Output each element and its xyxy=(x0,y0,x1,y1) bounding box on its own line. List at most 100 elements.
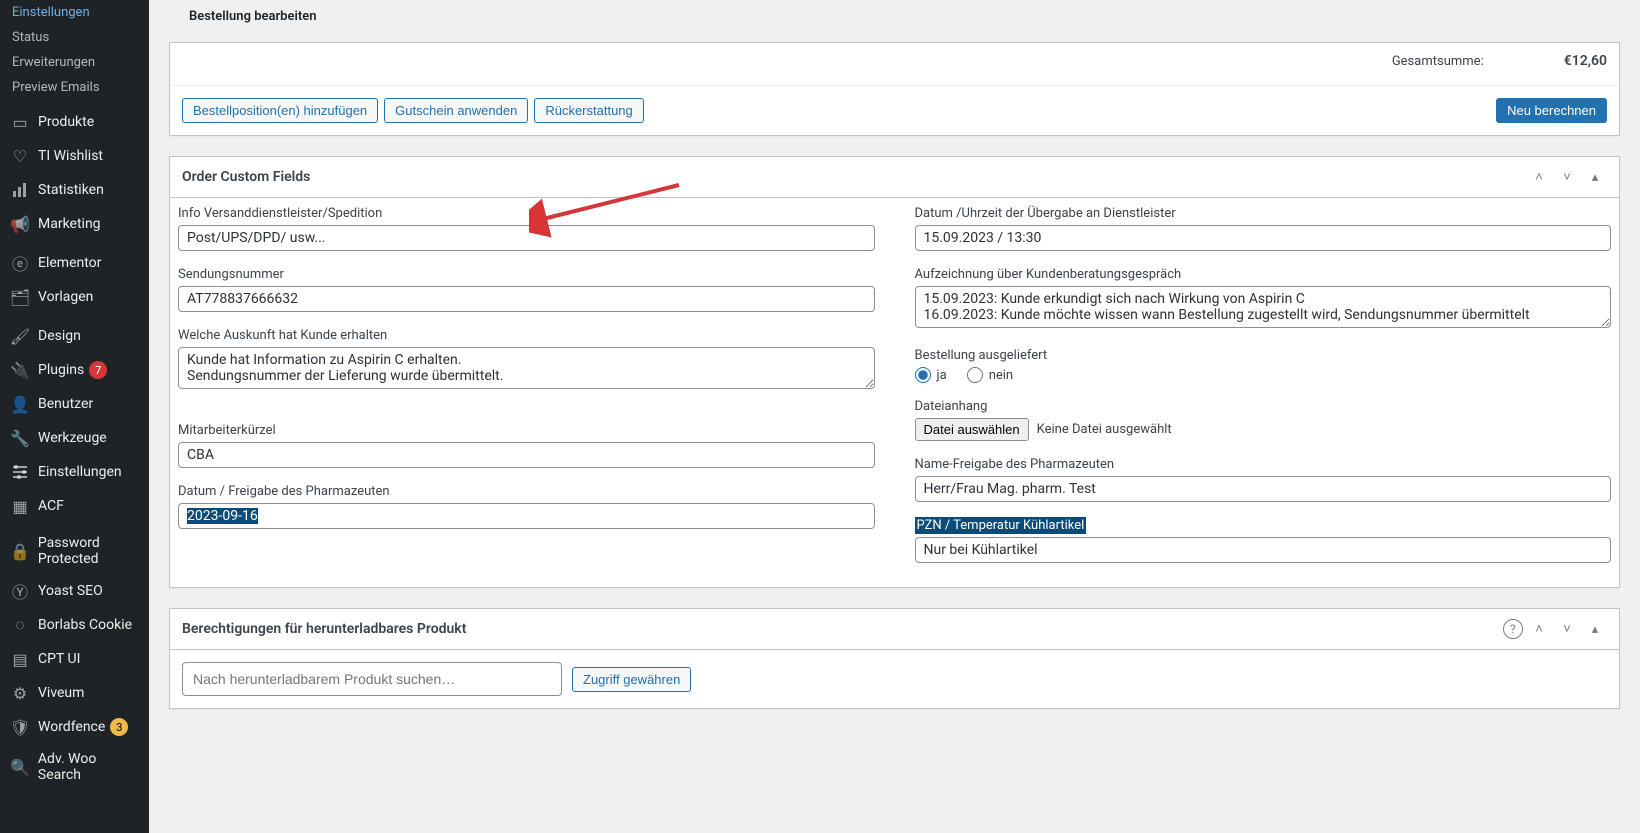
search-icon: 🔍 xyxy=(10,757,30,777)
panel-move-up-icon[interactable]: ˄ xyxy=(1527,617,1551,641)
sidebar-item-cptui[interactable]: ▤ CPT UI xyxy=(0,642,149,676)
sidebar-item-label: Marketing xyxy=(38,216,101,232)
sidebar-item-statistiken[interactable]: Statistiken xyxy=(0,173,149,207)
file-choose-button[interactable]: Datei auswählen xyxy=(915,418,1029,441)
user-icon: 👤 xyxy=(10,394,30,414)
sidebar-sub-status[interactable]: Status xyxy=(0,25,149,50)
wrench-icon: 🔧 xyxy=(10,428,30,448)
label-info-shipping: Info Versanddienstleister/Spedition xyxy=(178,206,875,221)
sidebar-item-adv-woo-search[interactable]: 🔍 Adv. Woo Search xyxy=(0,744,149,790)
page-title: Bestellung bearbeiten xyxy=(169,9,1620,24)
label-datum-pharma: Datum / Freigabe des Pharmazeuten xyxy=(178,484,875,499)
recalculate-button[interactable]: Neu berechnen xyxy=(1496,98,1607,123)
sidebar-item-label: Produkte xyxy=(38,114,94,130)
sidebar-item-einstellungen[interactable]: Einstellungen xyxy=(0,455,149,489)
sidebar-item-produkte[interactable]: ▭ Produkte xyxy=(0,105,149,139)
sidebar-item-borlabs[interactable]: ◌ Borlabs Cookie xyxy=(0,608,149,642)
radio-delivered-no-label[interactable]: nein xyxy=(967,367,1013,383)
sidebar-item-vorlagen[interactable]: 🗂 Vorlagen xyxy=(0,280,149,314)
sidebar-item-label: Einstellungen xyxy=(38,464,122,480)
sidebar-item-wishlist[interactable]: ♡ TI Wishlist xyxy=(0,139,149,173)
file-none-text: Keine Datei ausgewählt xyxy=(1037,422,1172,437)
input-datum-pharma[interactable]: 2023-09-16 xyxy=(178,503,875,529)
wordfence-badge: 3 xyxy=(110,718,128,736)
sidebar-sub-preview-emails[interactable]: Preview Emails xyxy=(0,75,149,100)
sidebar-item-label: TI Wishlist xyxy=(38,148,103,164)
sidebar-item-yoast[interactable]: Ⓨ Yoast SEO xyxy=(0,574,149,608)
input-tracking[interactable] xyxy=(178,286,875,312)
sidebar-item-label: Yoast SEO xyxy=(38,583,103,599)
label-pharma-name: Name-Freigabe des Pharmazeuten xyxy=(915,457,1612,472)
panel-toggle-icon[interactable]: ▴ xyxy=(1583,617,1607,641)
add-items-button[interactable]: Bestellposition(en) hinzufügen xyxy=(182,98,378,123)
sidebar-item-label: Adv. Woo Search xyxy=(38,751,139,783)
input-pharma-name[interactable] xyxy=(915,476,1612,502)
admin-sidebar: Einstellungen Status Erweiterungen Previ… xyxy=(0,0,149,833)
sidebar-item-viveum[interactable]: ⚙ Viveum xyxy=(0,676,149,710)
sidebar-item-label: Vorlagen xyxy=(38,289,93,305)
sidebar-item-label: Plugins xyxy=(38,362,84,378)
sidebar-item-plugins[interactable]: 🔌 Plugins 7 xyxy=(0,353,149,387)
sidebar-item-elementor[interactable]: ⓔ Elementor xyxy=(0,246,149,280)
sidebar-item-label: Wordfence xyxy=(38,719,105,735)
elementor-icon: ⓔ xyxy=(10,253,30,273)
radio-delivered-yes-label[interactable]: ja xyxy=(915,367,947,383)
sidebar-item-label: Benutzer xyxy=(38,396,93,412)
sidebar-sub-erweiterungen[interactable]: Erweiterungen xyxy=(0,50,149,75)
order-custom-fields-panel: Order Custom Fields ˄ ˅ ▴ Info Versanddi… xyxy=(169,156,1620,588)
sidebar-item-label: Borlabs Cookie xyxy=(38,617,132,633)
stats-icon xyxy=(10,180,30,200)
totals-label: Gesamtsumme: xyxy=(1392,54,1484,69)
order-items-panel: Gesamtsumme: €12,60 Bestellposition(en) … xyxy=(169,42,1620,136)
cpt-icon: ▤ xyxy=(10,649,30,669)
textarea-auskunft[interactable] xyxy=(178,347,875,389)
radio-delivered-yes[interactable] xyxy=(915,367,931,383)
templates-icon: 🗂 xyxy=(10,287,30,307)
input-handover[interactable] xyxy=(915,225,1612,251)
downloadable-permissions-panel: Berechtigungen für herunterladbares Prod… xyxy=(169,608,1620,709)
refund-button[interactable]: Rückerstattung xyxy=(534,98,643,123)
megaphone-icon: 📢 xyxy=(10,214,30,234)
sidebar-item-benutzer[interactable]: 👤 Benutzer xyxy=(0,387,149,421)
label-auskunft: Welche Auskunft hat Kunde erhalten xyxy=(178,328,875,343)
sidebar-sub-einstellungen[interactable]: Einstellungen xyxy=(0,0,149,25)
sidebar-item-acf[interactable]: ▦ ACF xyxy=(0,489,149,523)
main-content: Bestellung bearbeiten Gesamtsumme: €12,6… xyxy=(149,0,1640,833)
sidebar-item-label: CPT UI xyxy=(38,651,80,667)
apply-coupon-button[interactable]: Gutschein anwenden xyxy=(384,98,528,123)
sidebar-item-label: ACF xyxy=(38,498,64,514)
yoast-icon: Ⓨ xyxy=(10,581,30,601)
totals-value: €12,60 xyxy=(1564,53,1607,69)
panel-move-down-icon[interactable]: ˅ xyxy=(1555,617,1579,641)
plugins-badge: 7 xyxy=(89,361,107,379)
input-pzn[interactable] xyxy=(915,537,1612,563)
sidebar-item-password-protected[interactable]: 🔒 Password Protected xyxy=(0,528,149,574)
sidebar-item-label: Password Protected xyxy=(38,535,139,567)
sidebar-item-marketing[interactable]: 📢 Marketing xyxy=(0,207,149,241)
grant-access-button[interactable]: Zugriff gewähren xyxy=(572,667,691,692)
panel-move-down-icon[interactable]: ˅ xyxy=(1555,165,1579,189)
input-kuerzel[interactable] xyxy=(178,442,875,468)
downloadable-search-input[interactable] xyxy=(182,662,562,696)
panel-move-up-icon[interactable]: ˄ xyxy=(1527,165,1551,189)
sidebar-item-werkzeuge[interactable]: 🔧 Werkzeuge xyxy=(0,421,149,455)
label-delivered: Bestellung ausgeliefert xyxy=(915,348,1612,363)
panel-toggle-icon[interactable]: ▴ xyxy=(1583,165,1607,189)
sidebar-item-label: Werkzeuge xyxy=(38,430,107,446)
plug-icon: 🔌 xyxy=(10,360,30,380)
radio-delivered-no[interactable] xyxy=(967,367,983,383)
input-info-shipping[interactable] xyxy=(178,225,875,251)
sidebar-item-wordfence[interactable]: 🛡 Wordfence 3 xyxy=(0,710,149,744)
label-tracking: Sendungsnummer xyxy=(178,267,875,282)
cookie-icon: ◌ xyxy=(10,615,30,635)
lock-icon: 🔒 xyxy=(10,541,30,561)
brush-icon: 🖌 xyxy=(10,326,30,346)
sidebar-item-label: Elementor xyxy=(38,255,101,271)
wordfence-icon: 🛡 xyxy=(10,717,30,737)
panel-title: Berechtigungen für herunterladbares Prod… xyxy=(182,621,466,637)
label-handover: Datum /Uhrzeit der Übergabe an Dienstlei… xyxy=(915,206,1612,221)
help-icon[interactable]: ? xyxy=(1503,619,1523,639)
sidebar-item-design[interactable]: 🖌 Design xyxy=(0,319,149,353)
archive-icon: ▭ xyxy=(10,112,30,132)
textarea-beratung[interactable] xyxy=(915,286,1612,328)
